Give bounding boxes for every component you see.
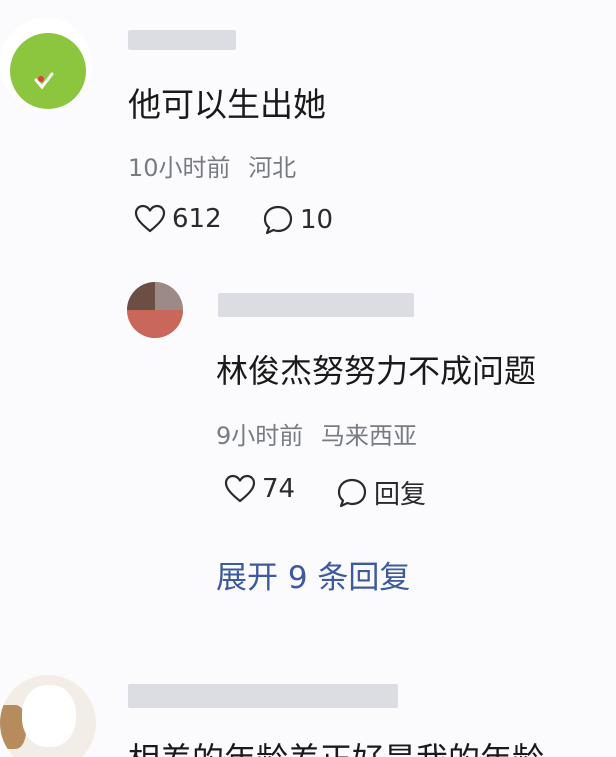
avatar-pixel	[155, 282, 183, 310]
comment-meta: 10小时前 河北	[128, 148, 296, 183]
comment-bubble-icon	[337, 478, 367, 507]
username-blurred[interactable]	[128, 30, 236, 50]
avatar-emblem-icon	[34, 72, 54, 90]
reply-location: 马来西亚	[320, 422, 417, 450]
username-blurred[interactable]	[218, 293, 414, 317]
heart-icon	[134, 204, 166, 233]
comment-list: 他可以生出她 10小时前 河北 612 10 林俊杰努努力不成问题 9小时前 马…	[0, 0, 616, 757]
expand-replies-link[interactable]: 展开 9 条回复	[216, 552, 410, 597]
reply-meta: 9小时前 马来西亚	[216, 416, 417, 451]
avatar-detail	[22, 685, 76, 747]
reply-label: 回复	[374, 480, 427, 510]
comment-location: 河北	[248, 154, 297, 182]
reply-count: 10	[300, 205, 334, 235]
user-avatar-3[interactable]	[0, 675, 96, 757]
heart-icon	[224, 474, 256, 503]
comment-text: 他可以生出她	[128, 85, 326, 124]
avatar-pixel	[127, 282, 155, 310]
reply-like-count: 74	[262, 474, 296, 504]
like-button[interactable]: 612	[134, 204, 222, 234]
reply-time: 9小时前	[216, 422, 304, 450]
username-blurred[interactable]	[128, 684, 398, 708]
reply-to-reply-button[interactable]: 回复	[336, 474, 426, 511]
user-avatar-1[interactable]	[0, 18, 92, 110]
user-avatar-2[interactable]	[127, 282, 183, 338]
comment-bubble-icon	[263, 205, 293, 235]
avatar-pixel	[127, 310, 183, 338]
reply-text: 林俊杰努努力不成问题	[216, 352, 537, 390]
reply-like-button[interactable]: 74	[224, 474, 295, 504]
like-count: 612	[172, 204, 222, 234]
comment-text-partial: 相差的年龄差正好是我的年龄	[128, 734, 544, 757]
comment-time: 10小时前	[128, 154, 231, 182]
reply-button[interactable]: 10	[262, 204, 333, 236]
